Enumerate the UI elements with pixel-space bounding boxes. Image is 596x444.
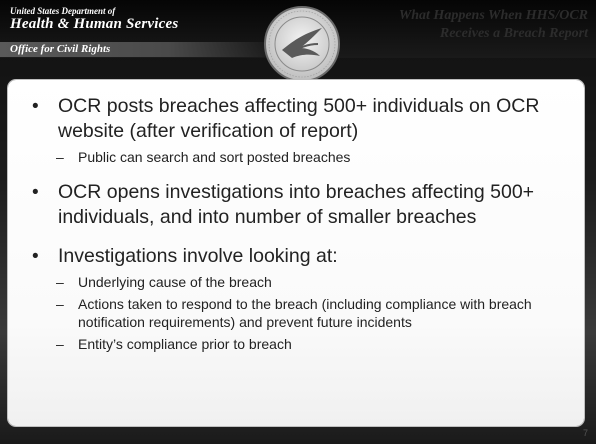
bullet-item: • OCR posts breaches affecting 500+ indiv…: [30, 94, 566, 144]
sub-bullet-dash-icon: –: [56, 149, 64, 165]
sub-bullet-text: Public can search and sort posted breach…: [78, 149, 351, 165]
sub-bullet-dash-icon: –: [56, 274, 64, 290]
sub-bullet-item: – Underlying cause of the breach: [30, 273, 566, 291]
office-label: Office for Civil Rights: [10, 43, 111, 55]
sub-bullet-item: – Entity’s compliance prior to breach: [30, 335, 566, 353]
bullet-item: • OCR opens investigations into breaches …: [30, 180, 566, 230]
bullet-text: Investigations involve looking at:: [58, 245, 338, 267]
slide-number: 7: [582, 428, 588, 438]
agency-line2: Health & Human Services: [10, 16, 179, 32]
office-bar: Office for Civil Rights: [0, 42, 280, 57]
slide-title: What Happens When HHS/OCR Receives a Bre…: [398, 8, 588, 41]
bullet-dot-icon: •: [32, 246, 39, 267]
agency-line1: United States Department of: [10, 6, 116, 16]
sub-bullet-text: Entity’s compliance prior to breach: [78, 336, 292, 352]
slide: United States Department of Health & Hum…: [0, 0, 596, 444]
sub-bullet-item: – Actions taken to respond to the breach …: [30, 295, 566, 331]
sub-bullet-item: – Public can search and sort posted breac…: [30, 148, 566, 166]
content-panel: • OCR posts breaches affecting 500+ indiv…: [8, 80, 584, 426]
bullet-text: OCR posts breaches affecting 500+ indivi…: [58, 95, 540, 142]
agency-name: United States Department of Health & Hum…: [10, 6, 178, 33]
hhs-seal-icon: [264, 6, 340, 82]
sub-bullet-dash-icon: –: [56, 336, 64, 352]
bullet-text: OCR opens investigations into breaches a…: [58, 181, 535, 228]
sub-bullet-text: Underlying cause of the breach: [78, 274, 272, 290]
bullet-dot-icon: •: [32, 182, 39, 203]
sub-bullet-dash-icon: –: [56, 296, 64, 312]
bullet-gap: [30, 166, 566, 174]
bullet-item: • Investigations involve looking at:: [30, 244, 566, 269]
sub-bullet-text: Actions taken to respond to the breach (…: [78, 296, 532, 330]
bullet-dot-icon: •: [32, 96, 39, 117]
bullet-gap: [30, 230, 566, 238]
